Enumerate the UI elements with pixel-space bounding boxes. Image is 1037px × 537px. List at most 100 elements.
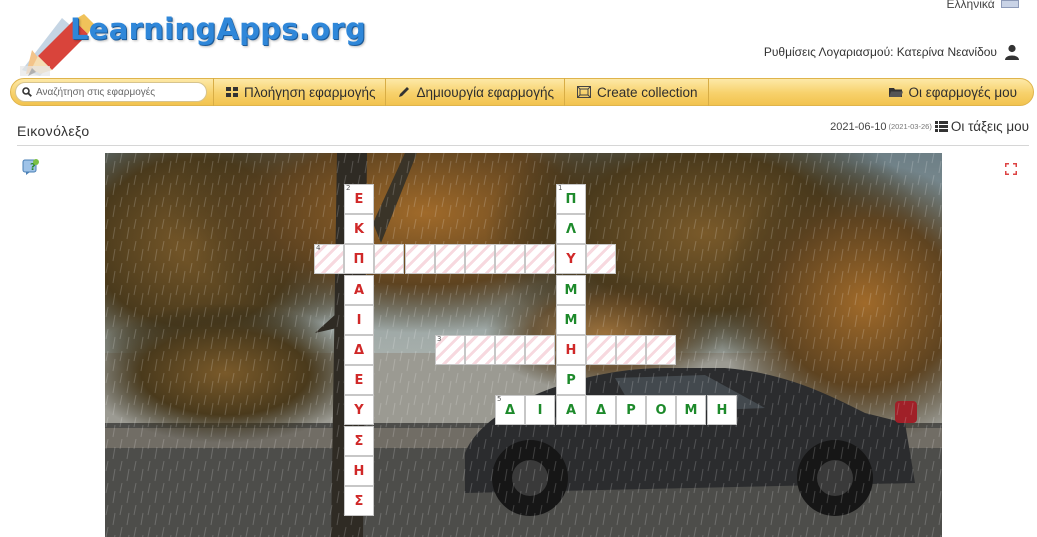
crossword-cell[interactable]: Μ [556, 305, 586, 335]
cell-letter: Π [353, 251, 365, 267]
app-date-info: 2021-06-10 (2021-03-26) Οι τάξεις μου [830, 119, 1029, 134]
crossword-cell[interactable]: 1Π [556, 184, 586, 214]
account-settings[interactable]: Ρυθμίσεις Λογαριασμού: Κατερίνα Νεανίδου [764, 44, 1020, 60]
search-icon [22, 87, 32, 97]
crossword-cell[interactable]: 3 [435, 335, 465, 365]
crossword-cell[interactable] [586, 335, 616, 365]
my-classes-label: Οι τάξεις μου [950, 119, 1029, 134]
clue-number: 3 [437, 335, 442, 343]
crossword-cell[interactable]: Η [707, 395, 737, 425]
clue-number: 5 [497, 395, 502, 403]
cell-letter: Η [565, 342, 577, 358]
cell-letter: Υ [354, 402, 364, 418]
crossword-cell[interactable]: Ι [525, 395, 555, 425]
language-selector[interactable]: Ελληνικά [947, 0, 1019, 10]
crossword-cell[interactable] [525, 335, 555, 365]
site-logo[interactable]: LearningApps.org [70, 12, 366, 46]
crossword-cell[interactable]: Ε [344, 365, 374, 395]
crossword-cell[interactable]: Ο [646, 395, 676, 425]
search-input[interactable] [36, 86, 196, 98]
fullscreen-icon[interactable] [1005, 163, 1017, 175]
crossword-cell[interactable]: Α [344, 275, 374, 305]
crossword-cell[interactable]: 5Δ [495, 395, 525, 425]
crossword-game: 1ΠΛΥΜΜΗΡΑ2ΕΚΠΑΙΔΕΥΣΗΣ435ΔΙΔΡΟΜΗ [105, 153, 942, 537]
crossword-cell[interactable]: Σ [344, 486, 374, 516]
crossword-cell[interactable]: Σ [344, 426, 374, 456]
cell-letter: Ι [356, 312, 362, 328]
search-box[interactable] [15, 82, 207, 102]
title-divider [17, 145, 1029, 146]
user-icon [1005, 44, 1019, 60]
my-apps-menu[interactable]: Οι εφαρμογές μου [877, 78, 1034, 106]
crossword-cell[interactable]: Η [556, 335, 586, 365]
cell-letter: Μ [684, 402, 698, 418]
help-icon[interactable]: ? [22, 158, 40, 176]
flag-icon [1001, 0, 1019, 8]
cell-letter: Δ [353, 342, 365, 358]
browse-apps-menu[interactable]: Πλοήγηση εφαρμογής [213, 78, 385, 106]
cell-letter: Δ [595, 402, 607, 418]
create-collection-label: Create collection [596, 84, 698, 100]
main-menu-bar: Πλοήγηση εφαρμογής Δημιουργία εφαρμογής … [10, 78, 1034, 106]
crossword-cell[interactable] [616, 335, 646, 365]
crossword-cell[interactable]: 2Ε [344, 184, 374, 214]
modified-date: 2021-06-10 [830, 120, 887, 133]
crossword-cell[interactable] [465, 244, 495, 274]
crossword-cell[interactable]: Κ [344, 214, 374, 244]
language-label: Ελληνικά [946, 0, 995, 10]
crossword-cell[interactable]: Μ [556, 275, 586, 305]
crossword-cell[interactable]: Ρ [556, 365, 586, 395]
menu-divider [707, 78, 877, 106]
crossword-cell[interactable] [525, 244, 555, 274]
account-label: Ρυθμίσεις Λογαριασμού: Κατερίνα Νεανίδου [763, 45, 997, 59]
crossword-cell[interactable]: Μ [676, 395, 706, 425]
page-title: Εικονόλεξο [17, 123, 90, 139]
crossword-cell[interactable]: Η [344, 456, 374, 486]
pencil-icon [399, 87, 410, 97]
collection-icon [576, 86, 591, 98]
cell-letter: Ο [655, 402, 667, 418]
clue-number: 1 [558, 184, 563, 192]
crossword-cell[interactable]: Υ [556, 244, 586, 274]
crossword-cell[interactable]: Π [344, 244, 374, 274]
cell-letter: Μ [564, 282, 578, 298]
cell-letter: Η [353, 463, 365, 479]
create-app-label: Δημιουργία εφαρμογής [416, 84, 554, 100]
create-collection-menu[interactable]: Create collection [563, 78, 708, 106]
cell-letter: Π [565, 191, 577, 207]
crossword-cell[interactable]: Λ [556, 214, 586, 244]
cell-letter: Κ [353, 221, 365, 237]
crossword-cell[interactable]: Υ [344, 395, 374, 425]
crossword-cell[interactable] [646, 335, 676, 365]
cell-letter: Ε [354, 372, 364, 388]
crossword-cell[interactable]: Α [556, 395, 586, 425]
crossword-cell[interactable] [405, 244, 435, 274]
my-classes-link[interactable]: Οι τάξεις μου [934, 119, 1029, 134]
cell-letter: Α [565, 402, 577, 418]
crossword-cell[interactable]: Δ [586, 395, 616, 425]
cell-letter: Η [716, 402, 728, 418]
crossword-cell[interactable]: 4 [314, 244, 344, 274]
crossword-cell[interactable]: Δ [344, 335, 374, 365]
clue-number: 2 [346, 184, 351, 192]
cell-letter: Λ [565, 221, 577, 237]
crossword-cell[interactable]: Ρ [616, 395, 646, 425]
crossword-cell[interactable] [495, 244, 525, 274]
create-app-menu[interactable]: Δημιουργία εφαρμογής [385, 78, 564, 106]
browse-apps-label: Πλοήγηση εφαρμογής [244, 84, 376, 100]
list-icon [934, 121, 948, 132]
cell-letter: Α [353, 282, 365, 298]
cell-letter: Ρ [626, 402, 636, 418]
cell-letter: Ε [354, 191, 364, 207]
crossword-cell[interactable] [465, 335, 495, 365]
crossword-cell[interactable] [495, 335, 525, 365]
crossword-cell[interactable]: Ι [344, 305, 374, 335]
cell-letter: Ι [537, 402, 543, 418]
folder-icon [888, 87, 903, 97]
grid-icon [226, 87, 238, 97]
crossword-cell[interactable] [435, 244, 465, 274]
my-apps-label: Οι εφαρμογές μου [908, 84, 1018, 100]
crossword-cell[interactable] [374, 244, 404, 274]
created-date: (2021-03-26) [888, 122, 932, 131]
crossword-cell[interactable] [586, 244, 616, 274]
